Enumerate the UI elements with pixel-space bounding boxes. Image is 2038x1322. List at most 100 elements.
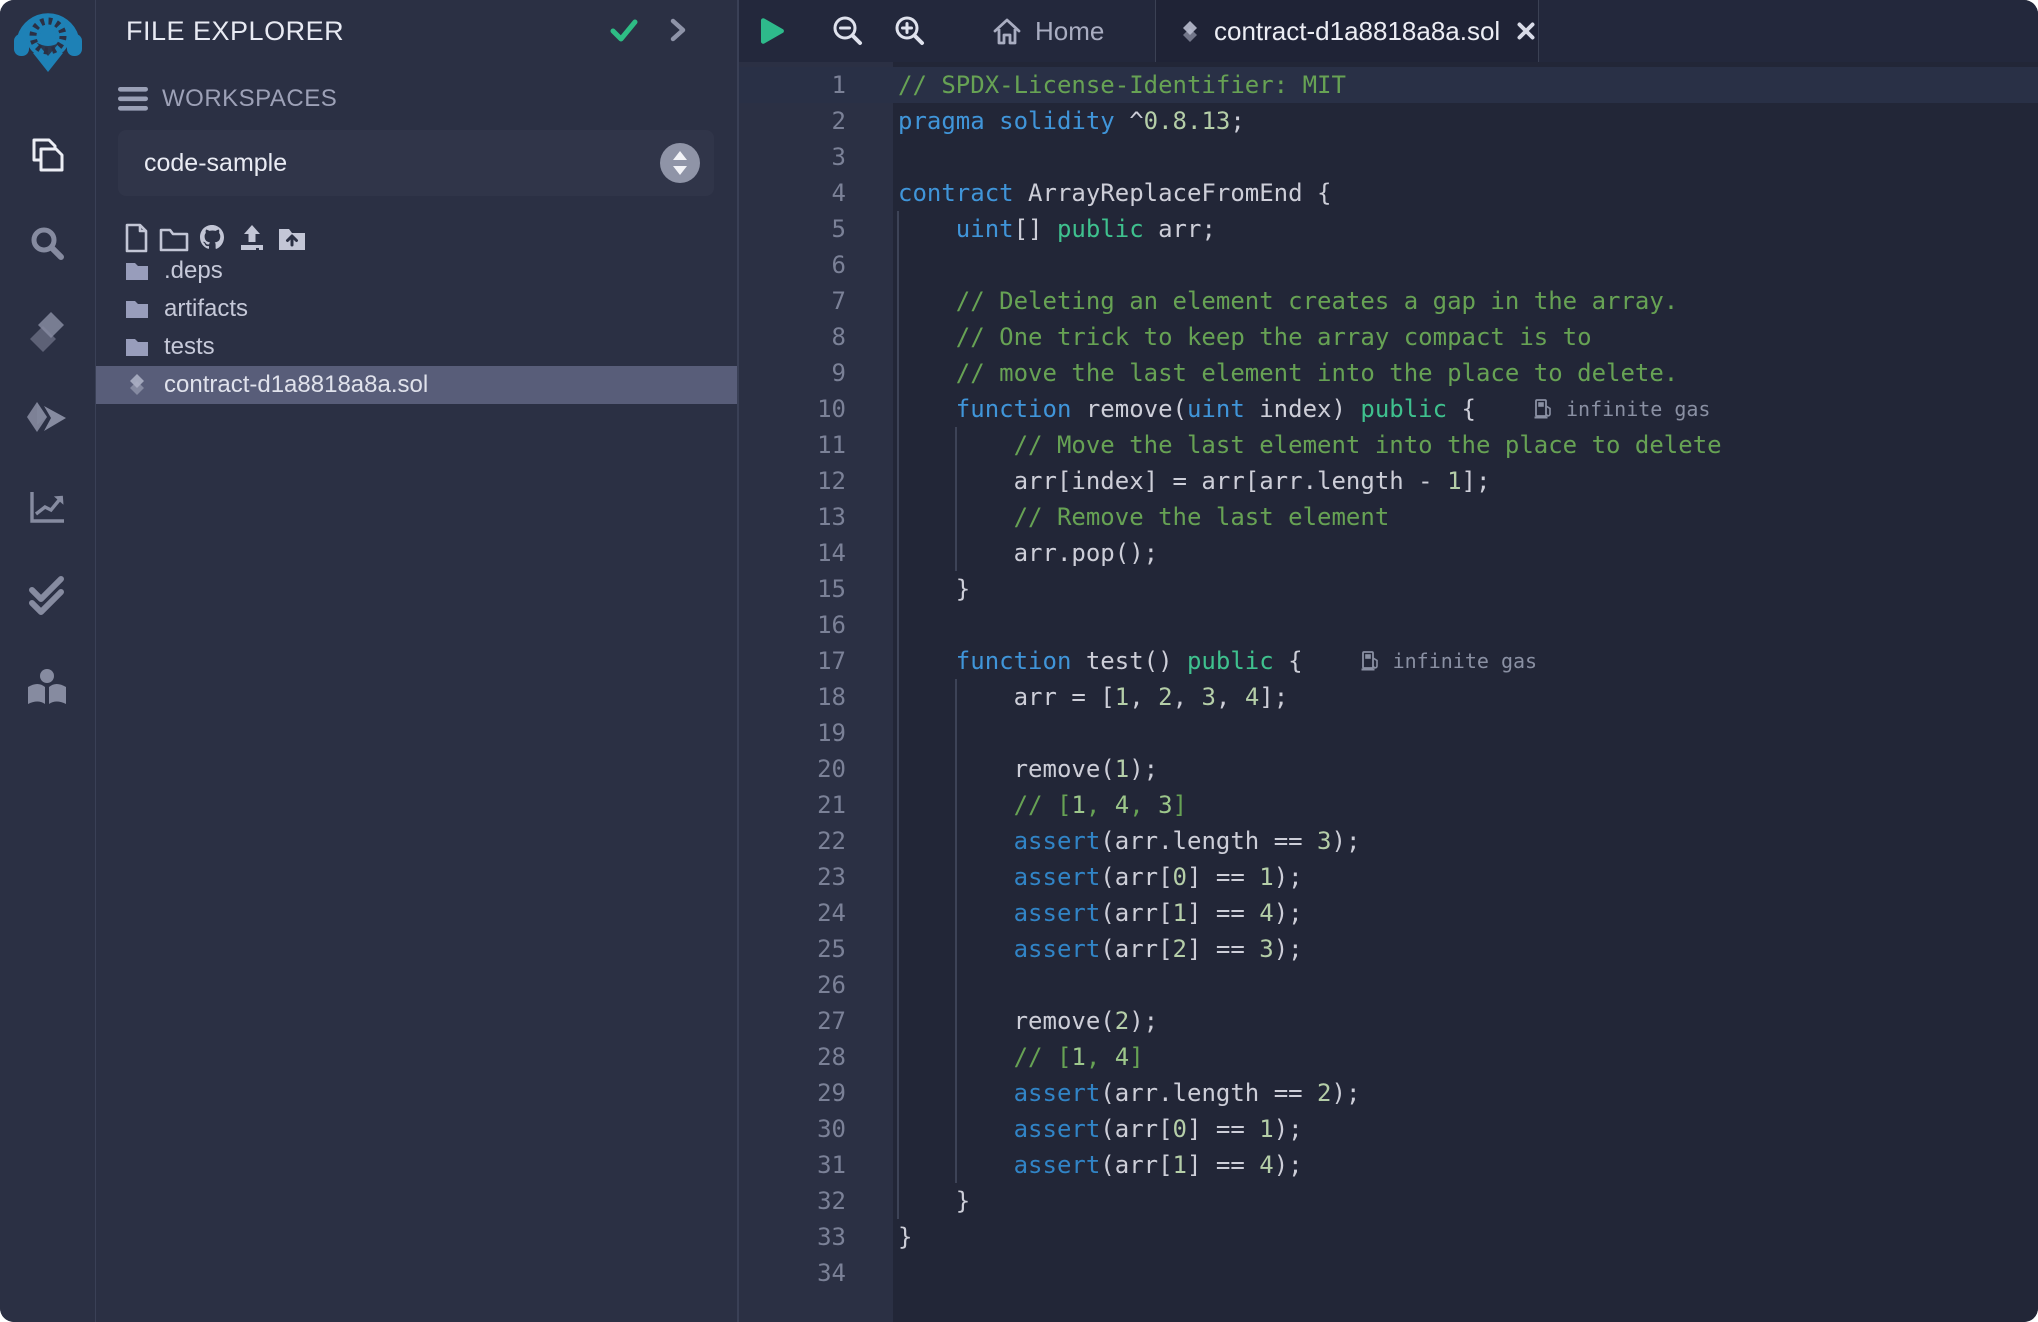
remix-logo-icon[interactable] xyxy=(14,4,82,84)
line-content: function test() public {infinite gas xyxy=(893,643,1537,679)
github-clone-button[interactable] xyxy=(196,222,228,254)
new-folder-button[interactable] xyxy=(158,222,190,254)
line-number: 13 xyxy=(737,499,893,535)
code-line-13[interactable]: 13 // Remove the last element xyxy=(737,499,2038,535)
line-number: 17 xyxy=(737,643,893,679)
code-line-25[interactable]: 25 assert(arr[2] == 3); xyxy=(737,931,2038,967)
code-line-12[interactable]: 12 arr[index] = arr[arr.length - 1]; xyxy=(737,463,2038,499)
hamburger-menu-icon[interactable] xyxy=(118,86,148,112)
code-line-17[interactable]: 17 function test() public {infinite gas xyxy=(737,643,2038,679)
workspace-select-arrows-icon[interactable] xyxy=(660,143,700,183)
code-line-28[interactable]: 28 // [1, 4] xyxy=(737,1039,2038,1075)
code-editor[interactable]: 1// SPDX-License-Identifier: MIT2pragma … xyxy=(737,62,2038,1322)
workspace-select[interactable]: code-sample xyxy=(118,130,714,196)
code-line-15[interactable]: 15 } xyxy=(737,571,2038,607)
code-line-32[interactable]: 32 } xyxy=(737,1183,2038,1219)
file-row-artifacts[interactable]: artifacts xyxy=(96,290,737,328)
code-line-7[interactable]: 7 // Deleting an element creates a gap i… xyxy=(737,283,2038,319)
line-number: 8 xyxy=(737,319,893,355)
line-content xyxy=(893,139,898,175)
file-tree: .depsartifactstests contract-d1a8818a8a.s… xyxy=(96,252,737,404)
code-line-3[interactable]: 3 xyxy=(737,139,2038,175)
code-line-1[interactable]: 1// SPDX-License-Identifier: MIT xyxy=(737,67,2038,103)
upload-file-button[interactable] xyxy=(236,222,268,254)
code-line-24[interactable]: 24 assert(arr[1] == 4); xyxy=(737,895,2038,931)
line-number: 6 xyxy=(737,247,893,283)
sidebar-item-solidity-compiler[interactable] xyxy=(24,308,70,354)
code-line-11[interactable]: 11 // Move the last element into the pla… xyxy=(737,427,2038,463)
code-line-4[interactable]: 4contract ArrayReplaceFromEnd { xyxy=(737,175,2038,211)
close-tab-icon[interactable] xyxy=(1512,17,1540,45)
code-line-19[interactable]: 19 xyxy=(737,715,2038,751)
chevron-right-icon[interactable] xyxy=(662,14,694,46)
line-number: 9 xyxy=(737,355,893,391)
line-number: 26 xyxy=(737,967,893,1003)
code-line-9[interactable]: 9 // move the last element into the plac… xyxy=(737,355,2038,391)
zoom-in-button[interactable] xyxy=(891,13,927,49)
main-area: Home contract-d1a8818a8a.sol 1// SPDX-Li… xyxy=(737,0,2038,1322)
sidebar-item-deploy-and-run[interactable] xyxy=(24,397,70,443)
line-content: // One trick to keep the array compact i… xyxy=(893,319,1592,355)
run-script-button[interactable] xyxy=(757,14,787,48)
line-content: arr.pop(); xyxy=(893,535,1158,571)
code-line-6[interactable]: 6 xyxy=(737,247,2038,283)
new-file-icon xyxy=(120,222,152,254)
code-line-33[interactable]: 33} xyxy=(737,1219,2038,1255)
line-content: assert(arr.length == 3); xyxy=(893,823,1360,859)
file-row-tests[interactable]: tests xyxy=(96,328,737,366)
line-content: arr = [1, 2, 3, 4]; xyxy=(893,679,1288,715)
code-line-27[interactable]: 27 remove(2); xyxy=(737,1003,2038,1039)
code-line-23[interactable]: 23 assert(arr[0] == 1); xyxy=(737,859,2038,895)
line-content xyxy=(893,607,898,643)
line-content: assert(arr[2] == 3); xyxy=(893,931,1303,967)
line-number: 23 xyxy=(737,859,893,895)
code-line-34[interactable]: 34 xyxy=(737,1255,2038,1291)
solidity-icon xyxy=(24,308,70,354)
code-line-30[interactable]: 30 assert(arr[0] == 1); xyxy=(737,1111,2038,1147)
sidebar-item-analytics[interactable] xyxy=(24,484,70,530)
sidebar-item-learn[interactable] xyxy=(24,665,70,711)
code-line-20[interactable]: 20 remove(1); xyxy=(737,751,2038,787)
code-lines: 1// SPDX-License-Identifier: MIT2pragma … xyxy=(737,67,2038,1291)
files-icon xyxy=(24,133,70,179)
sidebar-item-unit-testing[interactable] xyxy=(24,572,70,618)
gas-estimate-badge: infinite gas xyxy=(1532,391,1711,427)
solidity-file-icon xyxy=(124,372,150,398)
code-line-8[interactable]: 8 // One trick to keep the array compact… xyxy=(737,319,2038,355)
line-content: assert(arr.length == 2); xyxy=(893,1075,1360,1111)
code-line-5[interactable]: 5 uint[] public arr; xyxy=(737,211,2038,247)
line-number: 21 xyxy=(737,787,893,823)
line-number: 25 xyxy=(737,931,893,967)
zoom-out-button[interactable] xyxy=(829,13,865,49)
check-icon[interactable] xyxy=(608,14,640,46)
tab-home[interactable]: Home xyxy=(977,0,1118,62)
line-content: contract ArrayReplaceFromEnd { xyxy=(893,175,1331,211)
upload-folder-button[interactable] xyxy=(276,222,308,254)
line-content: assert(arr[1] == 4); xyxy=(893,1147,1303,1183)
code-line-26[interactable]: 26 xyxy=(737,967,2038,1003)
file-name: contract-d1a8818a8a.sol xyxy=(164,371,428,399)
code-line-14[interactable]: 14 arr.pop(); xyxy=(737,535,2038,571)
gas-pump-icon xyxy=(1359,649,1383,673)
code-line-31[interactable]: 31 assert(arr[1] == 4); xyxy=(737,1147,2038,1183)
new-file-button[interactable] xyxy=(120,222,152,254)
code-line-2[interactable]: 2pragma solidity ^0.8.13; xyxy=(737,103,2038,139)
line-content: pragma solidity ^0.8.13; xyxy=(893,103,1245,139)
sidebar-item-search[interactable] xyxy=(24,221,70,267)
file-row-contract-d1a8818a8a.sol[interactable]: contract-d1a8818a8a.sol xyxy=(96,366,737,404)
file-row-.deps[interactable]: .deps xyxy=(96,252,737,290)
code-line-10[interactable]: 10 function remove(uint index) public {i… xyxy=(737,391,2038,427)
line-number: 15 xyxy=(737,571,893,607)
line-number: 22 xyxy=(737,823,893,859)
code-line-22[interactable]: 22 assert(arr.length == 3); xyxy=(737,823,2038,859)
tab-contract-file[interactable]: contract-d1a8818a8a.sol xyxy=(1155,0,1539,62)
new-folder-icon xyxy=(158,222,190,254)
line-content xyxy=(893,1255,898,1291)
code-line-18[interactable]: 18 arr = [1, 2, 3, 4]; xyxy=(737,679,2038,715)
code-line-29[interactable]: 29 assert(arr.length == 2); xyxy=(737,1075,2038,1111)
line-number: 7 xyxy=(737,283,893,319)
editor-tab-bar: Home contract-d1a8818a8a.sol xyxy=(737,0,2038,62)
code-line-16[interactable]: 16 xyxy=(737,607,2038,643)
sidebar-item-file-explorer[interactable] xyxy=(24,133,70,179)
code-line-21[interactable]: 21 // [1, 4, 3] xyxy=(737,787,2038,823)
